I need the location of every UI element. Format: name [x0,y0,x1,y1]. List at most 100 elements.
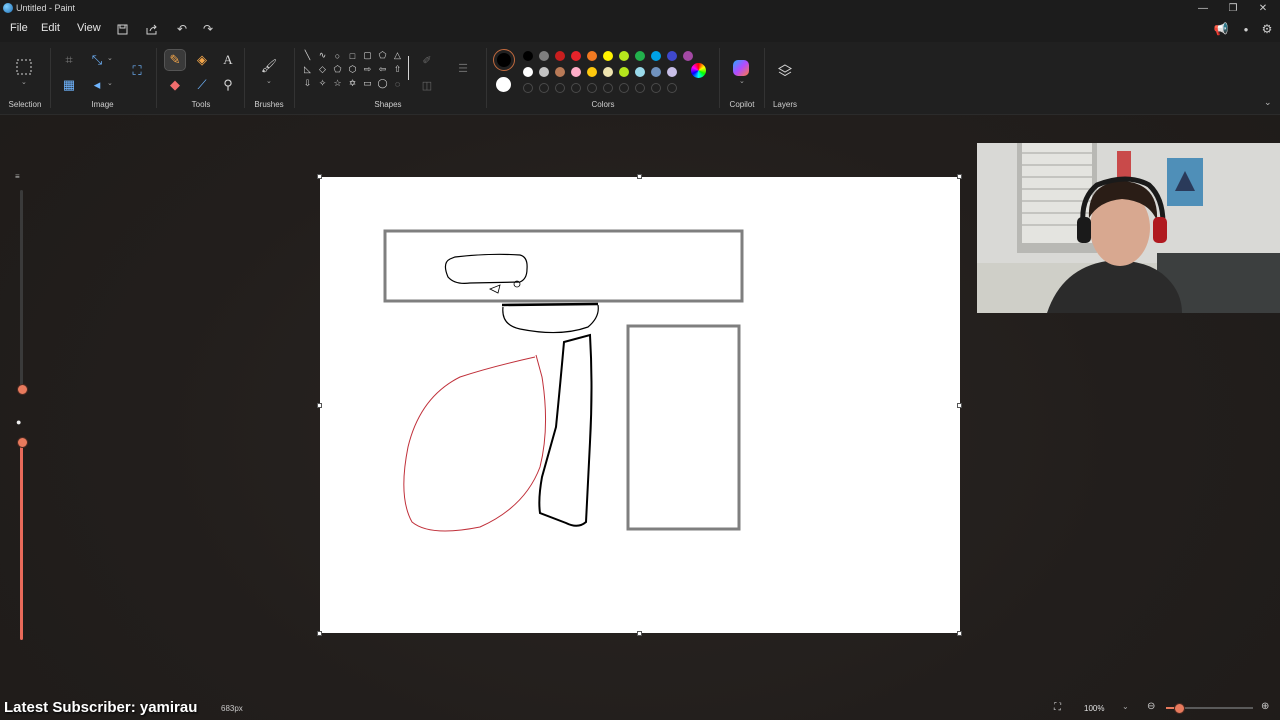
brush-size-thumb[interactable] [17,384,28,395]
fit-to-window-icon[interactable]: ⛶ [1054,702,1061,713]
zoom-dropdown[interactable]: 100% ⌄ [1076,700,1138,716]
primary-color-selector[interactable] [493,49,515,71]
custom-color-slot[interactable] [539,83,549,93]
custom-color-slot[interactable] [667,83,677,93]
menu-file[interactable]: File [10,22,28,34]
chevron-down-icon[interactable]: ⌄ [107,54,113,62]
account-icon[interactable]: ● [1237,20,1255,38]
settings-gear-icon[interactable]: ⚙ [1258,20,1276,38]
color-swatch[interactable] [603,51,613,61]
custom-color-slot[interactable] [635,83,645,93]
right-arrow-shape-icon[interactable]: ⇨ [362,64,373,75]
color-swatch[interactable] [635,51,645,61]
edit-colors-icon[interactable] [691,63,706,78]
chevron-down-icon[interactable]: ⌄ [266,77,272,85]
hexagon-shape-icon[interactable]: ⬡ [347,64,358,75]
restore-icon[interactable]: ❐ [1218,0,1248,16]
secondary-color-swatch[interactable] [496,77,511,92]
six-point-star-shape-icon[interactable]: ✡ [347,78,358,89]
save-icon[interactable] [113,20,131,38]
eraser-icon[interactable]: ◆ [166,76,184,94]
five-point-star-shape-icon[interactable]: ☆ [332,78,343,89]
zoom-slider-thumb[interactable] [1174,703,1185,714]
custom-color-slot[interactable] [587,83,597,93]
color-swatch[interactable] [571,67,581,77]
color-swatch[interactable] [651,67,661,77]
color-swatch[interactable] [651,51,661,61]
text-icon[interactable]: A [219,51,237,69]
cloud-callout-shape-icon[interactable]: ◌ [392,78,403,89]
menu-view[interactable]: View [77,22,101,34]
canvas-resize-handle[interactable] [957,174,962,179]
resize-icon[interactable]: ⤡ [88,51,106,69]
right-triangle-shape-icon[interactable]: ◺ [302,64,313,75]
custom-color-slot[interactable] [651,83,661,93]
flip-icon[interactable]: ◂ [88,76,106,94]
opacity-slider[interactable] [20,440,23,640]
crop-icon[interactable]: ⌗ [60,51,78,69]
zoom-in-icon[interactable]: ⊕ [1261,701,1269,712]
color-swatch[interactable] [555,51,565,61]
down-arrow-shape-icon[interactable]: ⇩ [302,78,313,89]
brush-size-slider[interactable] [20,190,23,390]
curve-shape-icon[interactable]: ∿ [317,50,328,61]
color-swatch[interactable] [571,51,581,61]
rectangle-shape-icon[interactable]: □ [347,50,358,61]
color-swatch[interactable] [667,67,677,77]
zoom-out-icon[interactable]: ⊖ [1147,701,1155,712]
color-picker-icon[interactable]: ⟋ [193,76,211,94]
custom-color-slot[interactable] [603,83,613,93]
canvas-resize-handle[interactable] [637,631,642,636]
outline-icon[interactable]: ✐ [418,51,436,69]
line-shape-icon[interactable]: ╲ [302,50,313,61]
color-swatch[interactable] [683,51,693,61]
color-swatch[interactable] [619,67,629,77]
oval-callout-shape-icon[interactable]: ◯ [377,78,388,89]
selection-rectangle-icon[interactable] [15,58,33,76]
color-swatch[interactable] [619,51,629,61]
undo-icon[interactable]: ↶ [173,20,191,38]
pentagon-shape-icon[interactable]: ⬠ [332,64,343,75]
magnifier-icon[interactable]: ⚲ [219,76,237,94]
left-arrow-shape-icon[interactable]: ⇦ [377,64,388,75]
color-swatch[interactable] [667,51,677,61]
drawing-canvas[interactable] [320,177,960,633]
shape-fill-icon[interactable]: ◫ [418,76,436,94]
opacity-thumb[interactable] [17,437,28,448]
chevron-down-icon[interactable]: ⌄ [107,79,113,87]
diamond-shape-icon[interactable]: ◇ [317,64,328,75]
image-effects-icon[interactable]: ▦ [60,76,78,94]
up-arrow-shape-icon[interactable]: ⇧ [392,64,403,75]
pencil-icon[interactable]: ✎ [164,49,186,71]
color-swatch[interactable] [555,67,565,77]
canvas-resize-handle[interactable] [957,631,962,636]
image-creator-icon[interactable]: ⛶ [128,62,146,80]
color-swatch[interactable] [539,51,549,61]
color-swatch[interactable] [635,67,645,77]
four-point-star-shape-icon[interactable]: ✧ [317,78,328,89]
feedback-icon[interactable]: 📢 [1212,20,1230,38]
color-swatch[interactable] [587,67,597,77]
canvas-resize-handle[interactable] [317,403,322,408]
chevron-down-icon[interactable]: ⌄ [739,77,745,85]
brush-icon[interactable]: 🖌 [260,57,278,75]
color-swatch[interactable] [523,51,533,61]
close-icon[interactable]: ✕ [1248,0,1278,16]
triangle-shape-icon[interactable]: △ [392,50,403,61]
minimize-icon[interactable]: — [1188,0,1218,16]
rounded-rectangle-shape-icon[interactable]: ▢ [362,50,373,61]
shape-size-icon[interactable]: ☰ [454,59,472,77]
color-swatch[interactable] [523,67,533,77]
copilot-icon[interactable] [733,60,749,76]
custom-color-slot[interactable] [571,83,581,93]
oval-shape-icon[interactable]: ○ [332,50,343,61]
canvas-resize-handle[interactable] [637,174,642,179]
share-icon[interactable] [143,20,161,38]
rect-callout-shape-icon[interactable]: ▭ [362,78,373,89]
polygon-shape-icon[interactable]: ⬠ [377,50,388,61]
fill-bucket-icon[interactable]: ◈ [193,51,211,69]
color-swatch[interactable] [539,67,549,77]
color-swatch[interactable] [603,67,613,77]
custom-color-slot[interactable] [555,83,565,93]
chevron-down-icon[interactable]: ⌄ [21,78,27,86]
